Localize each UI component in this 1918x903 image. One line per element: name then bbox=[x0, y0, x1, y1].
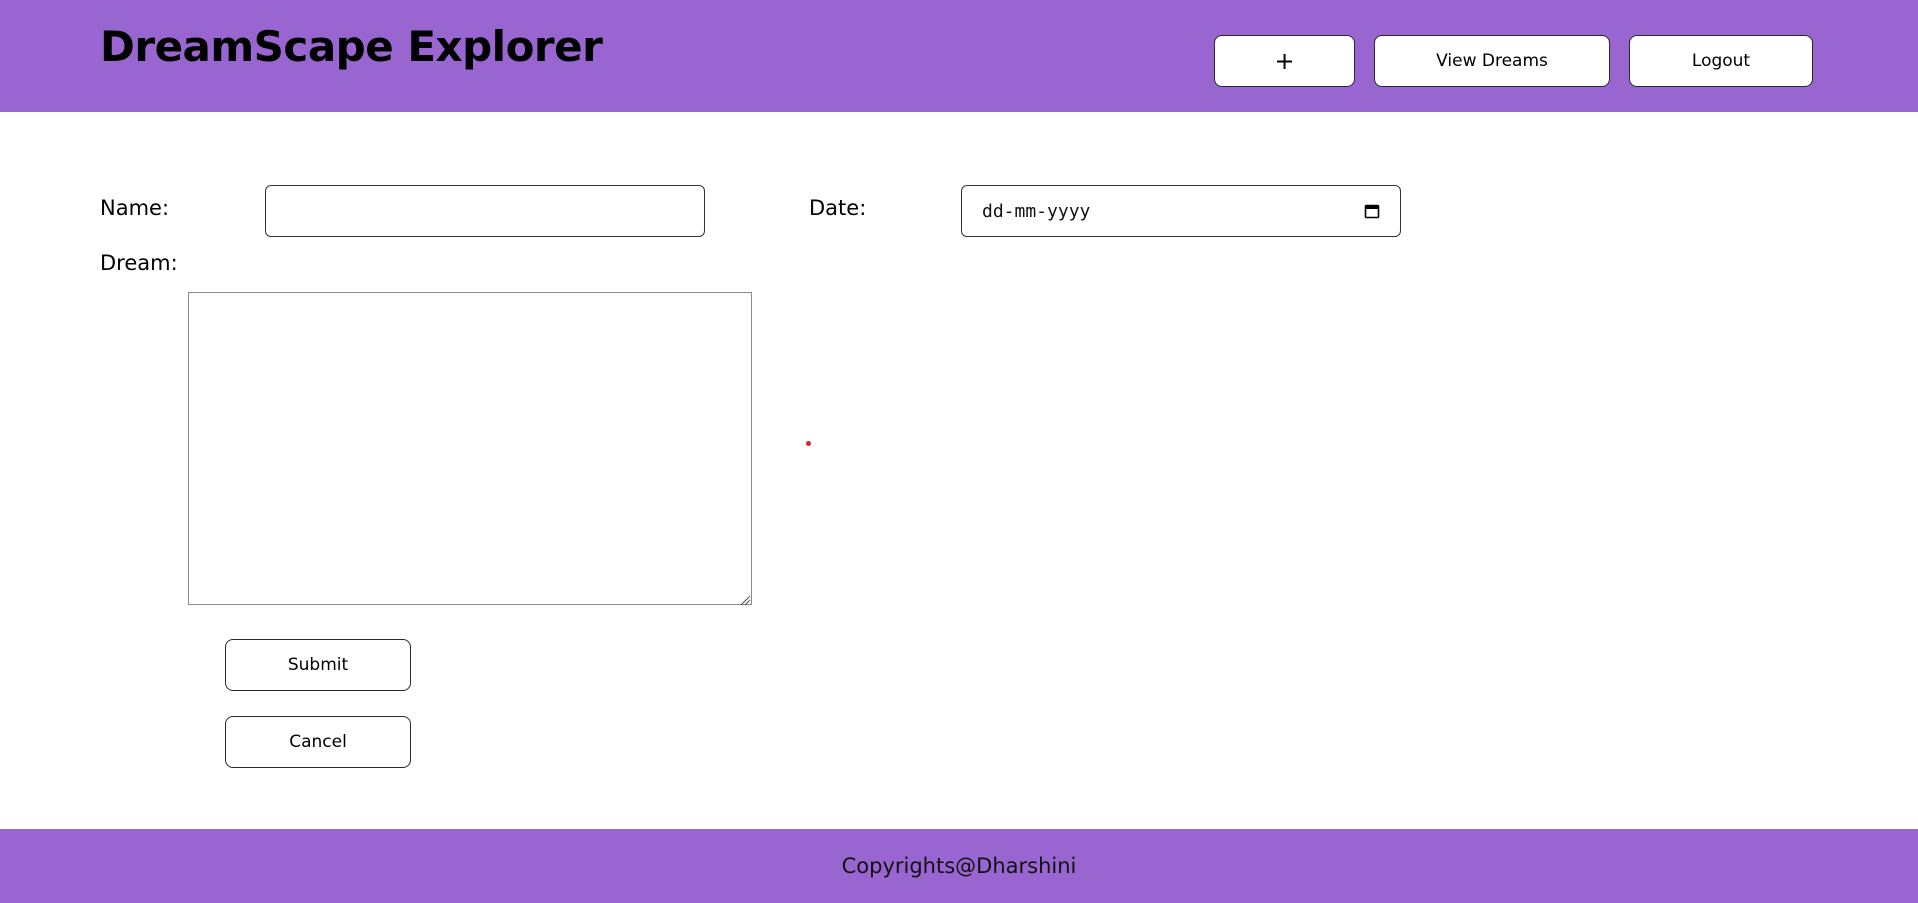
cancel-button[interactable]: Cancel bbox=[225, 716, 411, 768]
page: DreamScape Explorer + View Dreams Logout… bbox=[0, 0, 1918, 903]
resize-grip-icon[interactable] bbox=[738, 591, 750, 606]
add-dream-button[interactable]: + bbox=[1214, 35, 1355, 87]
view-dreams-button[interactable]: View Dreams bbox=[1374, 35, 1610, 87]
app-title: DreamScape Explorer bbox=[100, 22, 603, 71]
logout-button[interactable]: Logout bbox=[1629, 35, 1813, 87]
calendar-icon[interactable] bbox=[1364, 203, 1380, 219]
name-input[interactable] bbox=[265, 185, 705, 237]
submit-button[interactable]: Submit bbox=[225, 639, 411, 691]
top-header: DreamScape Explorer + View Dreams Logout bbox=[0, 0, 1918, 112]
date-label: Date: bbox=[809, 196, 867, 220]
footer: Copyrights@Dharshini bbox=[0, 829, 1918, 903]
cursor-dot bbox=[806, 441, 811, 446]
date-input[interactable]: dd-mm-yyyy bbox=[961, 185, 1401, 237]
date-placeholder: dd-mm-yyyy bbox=[982, 200, 1091, 222]
dream-textarea[interactable] bbox=[188, 292, 752, 605]
name-label: Name: bbox=[100, 196, 170, 220]
copyright-text: Copyrights@Dharshini bbox=[841, 854, 1077, 878]
dream-label: Dream: bbox=[100, 251, 178, 275]
